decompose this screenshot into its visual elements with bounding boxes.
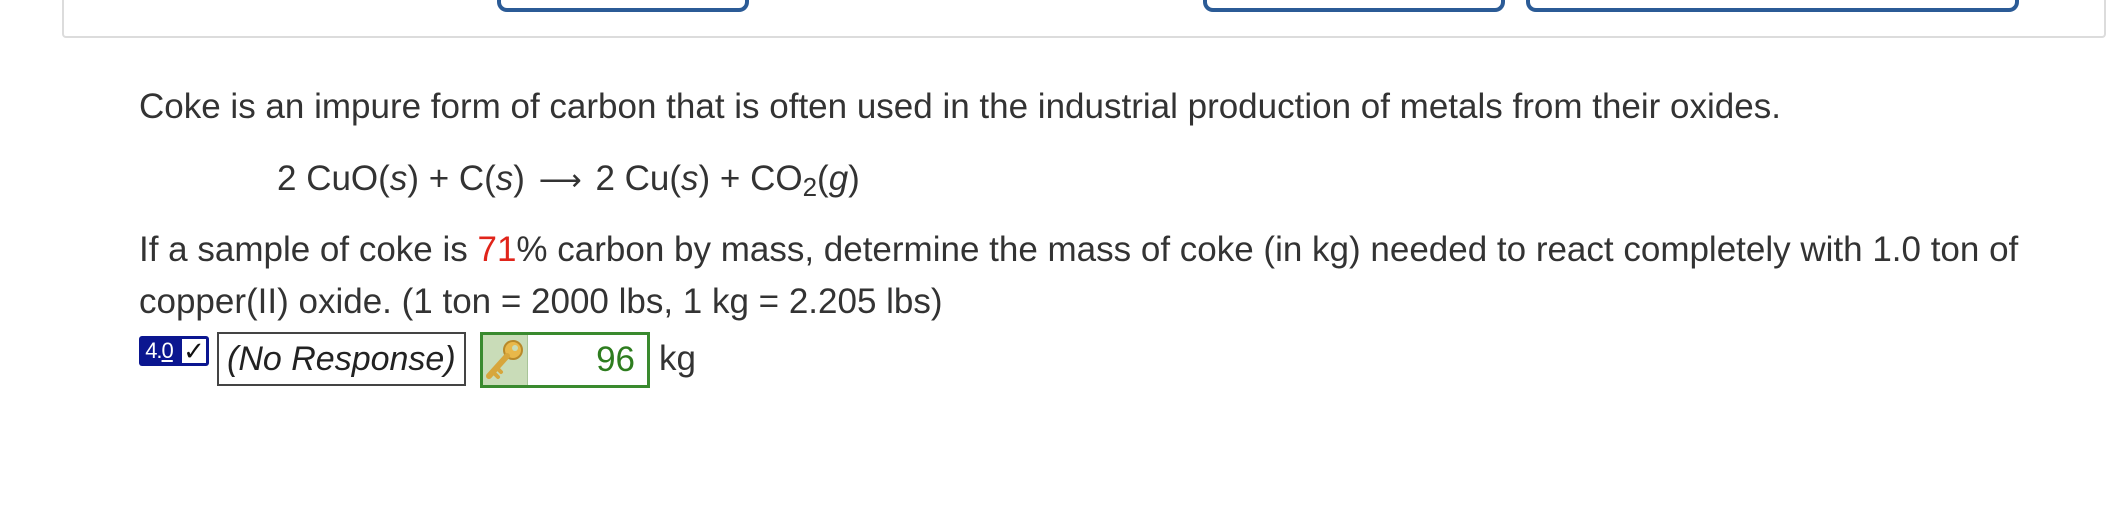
key-icon <box>483 335 528 385</box>
top-button-1[interactable] <box>497 0 749 12</box>
student-response-field[interactable]: (No Response) <box>217 332 466 386</box>
answer-key-value: 96 <box>596 340 635 379</box>
score-badge: 4.0 <box>139 336 179 366</box>
top-button-3[interactable] <box>1526 0 2019 12</box>
question-text: If a sample of coke is 71% carbon by mas… <box>139 230 2019 321</box>
top-button-2[interactable] <box>1203 0 1505 12</box>
answer-key-field: 96 <box>480 332 650 388</box>
percent-value: 71 <box>477 230 517 269</box>
reaction-arrow: ⟶ <box>538 164 582 197</box>
check-icon: ✓ <box>179 336 209 366</box>
chemical-equation: 2 CuO(s) + C(s) ⟶ 2 Cu(s) + CO2(g) <box>277 159 860 202</box>
intro-text: Coke is an impure form of carbon that is… <box>139 87 1781 126</box>
unit-label: kg <box>659 339 696 378</box>
